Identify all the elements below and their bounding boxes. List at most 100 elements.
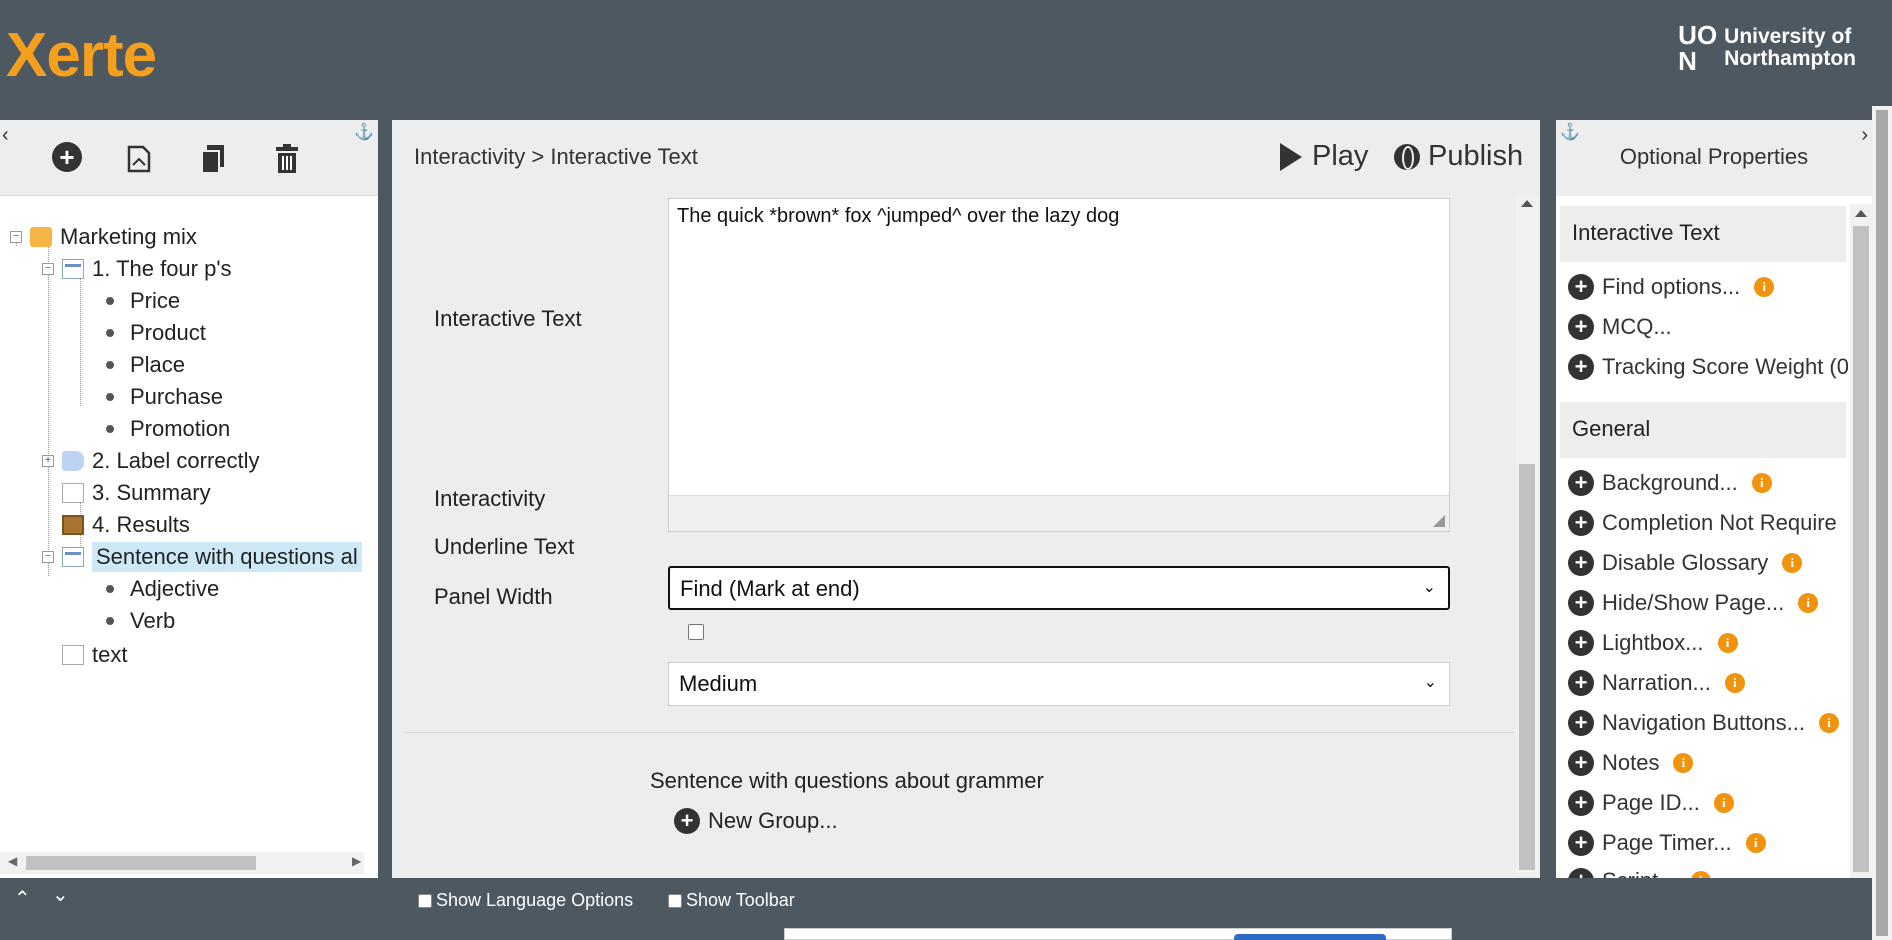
scroll-left-icon[interactable]: ◀ xyxy=(8,854,17,868)
tree-node-root[interactable]: − Marketing mix xyxy=(10,222,197,252)
add-icon[interactable]: + xyxy=(52,142,82,172)
play-button[interactable]: Play xyxy=(1280,140,1368,173)
property-page-id[interactable]: + Page ID... i xyxy=(1568,788,1734,818)
property-narration[interactable]: + Narration... i xyxy=(1568,668,1745,698)
property-notes[interactable]: + Notes i xyxy=(1568,748,1694,778)
property-tracking-score-weight[interactable]: + Tracking Score Weight (0 xyxy=(1568,352,1848,382)
pin-icon[interactable]: ⚓ xyxy=(1560,122,1580,142)
add-circle-icon[interactable]: + xyxy=(1568,790,1594,816)
interactive-text-editor[interactable]: The quick *brown* fox ^jumped^ over the … xyxy=(668,198,1450,532)
collapse-left-icon[interactable]: ‹ xyxy=(2,124,9,147)
info-icon[interactable]: i xyxy=(1782,553,1803,573)
property-script[interactable]: +Script...i xyxy=(1568,866,1711,878)
tree-node-item[interactable]: Product xyxy=(100,318,206,348)
add-circle-icon[interactable]: + xyxy=(1568,510,1594,536)
add-circle-icon[interactable]: + xyxy=(1568,314,1594,340)
optional-properties-footer xyxy=(1556,878,1872,922)
collapse-toggle-icon[interactable]: − xyxy=(10,231,22,243)
tree-node-item[interactable]: Verb xyxy=(100,606,175,636)
info-icon[interactable]: i xyxy=(1754,277,1775,297)
scrollbar-thumb[interactable] xyxy=(1853,226,1869,872)
add-circle-icon[interactable]: + xyxy=(1568,670,1594,696)
publish-button[interactable]: Publish xyxy=(1394,140,1523,173)
scrollbar-thumb[interactable] xyxy=(26,856,256,870)
resize-grip-icon[interactable] xyxy=(1433,515,1445,527)
collapse-toggle-icon[interactable]: − xyxy=(42,263,54,275)
tree-node-page-5[interactable]: − Sentence with questions al xyxy=(42,542,362,572)
interactivity-label: Interactivity xyxy=(434,486,546,511)
tree-node-item[interactable]: Place xyxy=(100,350,185,380)
tree-node-item[interactable]: Promotion xyxy=(100,414,230,444)
property-lightbox[interactable]: + Lightbox... i xyxy=(1568,628,1738,658)
info-icon[interactable]: i xyxy=(1717,633,1738,653)
interactivity-select[interactable]: Find (Mark at end) ⌄ xyxy=(668,566,1450,610)
property-navigation-buttons[interactable]: + Navigation Buttons... i xyxy=(1568,708,1840,738)
show-language-options-toggle[interactable]: Show Language Options xyxy=(418,890,633,911)
add-circle-icon[interactable]: + xyxy=(1568,710,1594,736)
panel-width-select[interactable]: Medium ⌄ xyxy=(668,662,1450,706)
dialog-button-edge[interactable] xyxy=(1234,934,1386,940)
add-circle-icon[interactable]: + xyxy=(1568,550,1594,576)
move-down-icon[interactable]: ⌄ xyxy=(52,882,69,907)
xerte-logo[interactable]: Xerte xyxy=(6,10,157,100)
package-icon xyxy=(30,227,52,247)
collapse-right-icon[interactable]: › xyxy=(1861,124,1868,147)
add-circle-icon[interactable]: + xyxy=(1568,630,1594,656)
info-icon[interactable]: i xyxy=(1745,833,1766,853)
copy-icon[interactable] xyxy=(196,142,230,176)
add-circle-icon[interactable]: + xyxy=(1568,750,1594,776)
editor-vertical-scrollbar[interactable] xyxy=(1516,196,1538,876)
scrollbar-thumb[interactable] xyxy=(1519,464,1535,870)
tree-node-page-6[interactable]: text xyxy=(62,640,127,670)
collapse-toggle-icon[interactable]: − xyxy=(42,551,54,563)
info-icon[interactable]: i xyxy=(1690,871,1711,878)
add-circle-icon[interactable]: + xyxy=(1568,868,1594,878)
publish-label: Publish xyxy=(1428,140,1524,172)
add-circle-icon[interactable]: + xyxy=(1568,470,1594,496)
property-find-options[interactable]: + Find options... i xyxy=(1568,272,1775,302)
interactive-text-content[interactable]: The quick *brown* fox ^jumped^ over the … xyxy=(669,199,1449,234)
new-group-button[interactable]: + New Group... xyxy=(674,808,838,834)
add-circle-icon[interactable]: + xyxy=(1568,354,1594,380)
scroll-up-icon[interactable] xyxy=(1521,200,1533,207)
property-page-timer[interactable]: + Page Timer... i xyxy=(1568,828,1766,858)
scroll-up-icon[interactable] xyxy=(1855,210,1867,217)
property-mcq[interactable]: + MCQ... xyxy=(1568,312,1672,342)
horizontal-scrollbar[interactable]: ◀ ▶ xyxy=(0,852,364,874)
info-icon[interactable]: i xyxy=(1819,713,1840,733)
document-icon xyxy=(62,645,84,665)
property-background[interactable]: + Background... i xyxy=(1568,468,1772,498)
add-circle-icon[interactable]: + xyxy=(1568,590,1594,616)
university-logo: UON University of Northampton xyxy=(1678,22,1856,74)
scroll-right-icon[interactable]: ▶ xyxy=(352,854,361,868)
duplicate-page-icon[interactable] xyxy=(122,142,156,176)
tree-node-page-2[interactable]: + 2. Label correctly xyxy=(42,446,260,476)
tree-node-item[interactable]: Adjective xyxy=(100,574,219,604)
info-icon[interactable]: i xyxy=(1798,593,1819,613)
scrollbar-thumb[interactable] xyxy=(1876,110,1888,936)
info-icon[interactable]: i xyxy=(1713,793,1734,813)
property-completion-not-required[interactable]: + Completion Not Require xyxy=(1568,508,1837,538)
delete-icon[interactable] xyxy=(270,142,304,176)
show-language-options-checkbox[interactable] xyxy=(418,893,432,908)
optional-properties-scrollbar[interactable] xyxy=(1850,204,1872,878)
tree-node-page-3[interactable]: 3. Summary xyxy=(62,478,211,508)
tree-node-item[interactable]: Price xyxy=(100,286,180,316)
add-circle-icon[interactable]: + xyxy=(1568,830,1594,856)
show-toolbar-checkbox[interactable] xyxy=(668,893,682,908)
info-icon[interactable]: i xyxy=(1673,753,1694,773)
tree-node-page-1[interactable]: − 1. The four p's xyxy=(42,254,232,284)
pin-icon[interactable]: ⚓ xyxy=(354,122,374,142)
add-circle-icon[interactable]: + xyxy=(1568,274,1594,300)
info-icon[interactable]: i xyxy=(1724,673,1745,693)
tree-node-item[interactable]: Purchase xyxy=(100,382,223,412)
tree-node-page-4[interactable]: 4. Results xyxy=(62,510,190,540)
move-up-icon[interactable]: ⌃ xyxy=(14,886,31,911)
property-disable-glossary[interactable]: + Disable Glossary i xyxy=(1568,548,1803,578)
underline-checkbox[interactable] xyxy=(688,624,704,640)
property-hide-show-page[interactable]: + Hide/Show Page... i xyxy=(1568,588,1819,618)
expand-toggle-icon[interactable]: + xyxy=(42,455,54,467)
info-icon[interactable]: i xyxy=(1751,473,1772,493)
show-toolbar-toggle[interactable]: Show Toolbar xyxy=(668,890,795,911)
page-vertical-scrollbar[interactable] xyxy=(1872,106,1892,940)
